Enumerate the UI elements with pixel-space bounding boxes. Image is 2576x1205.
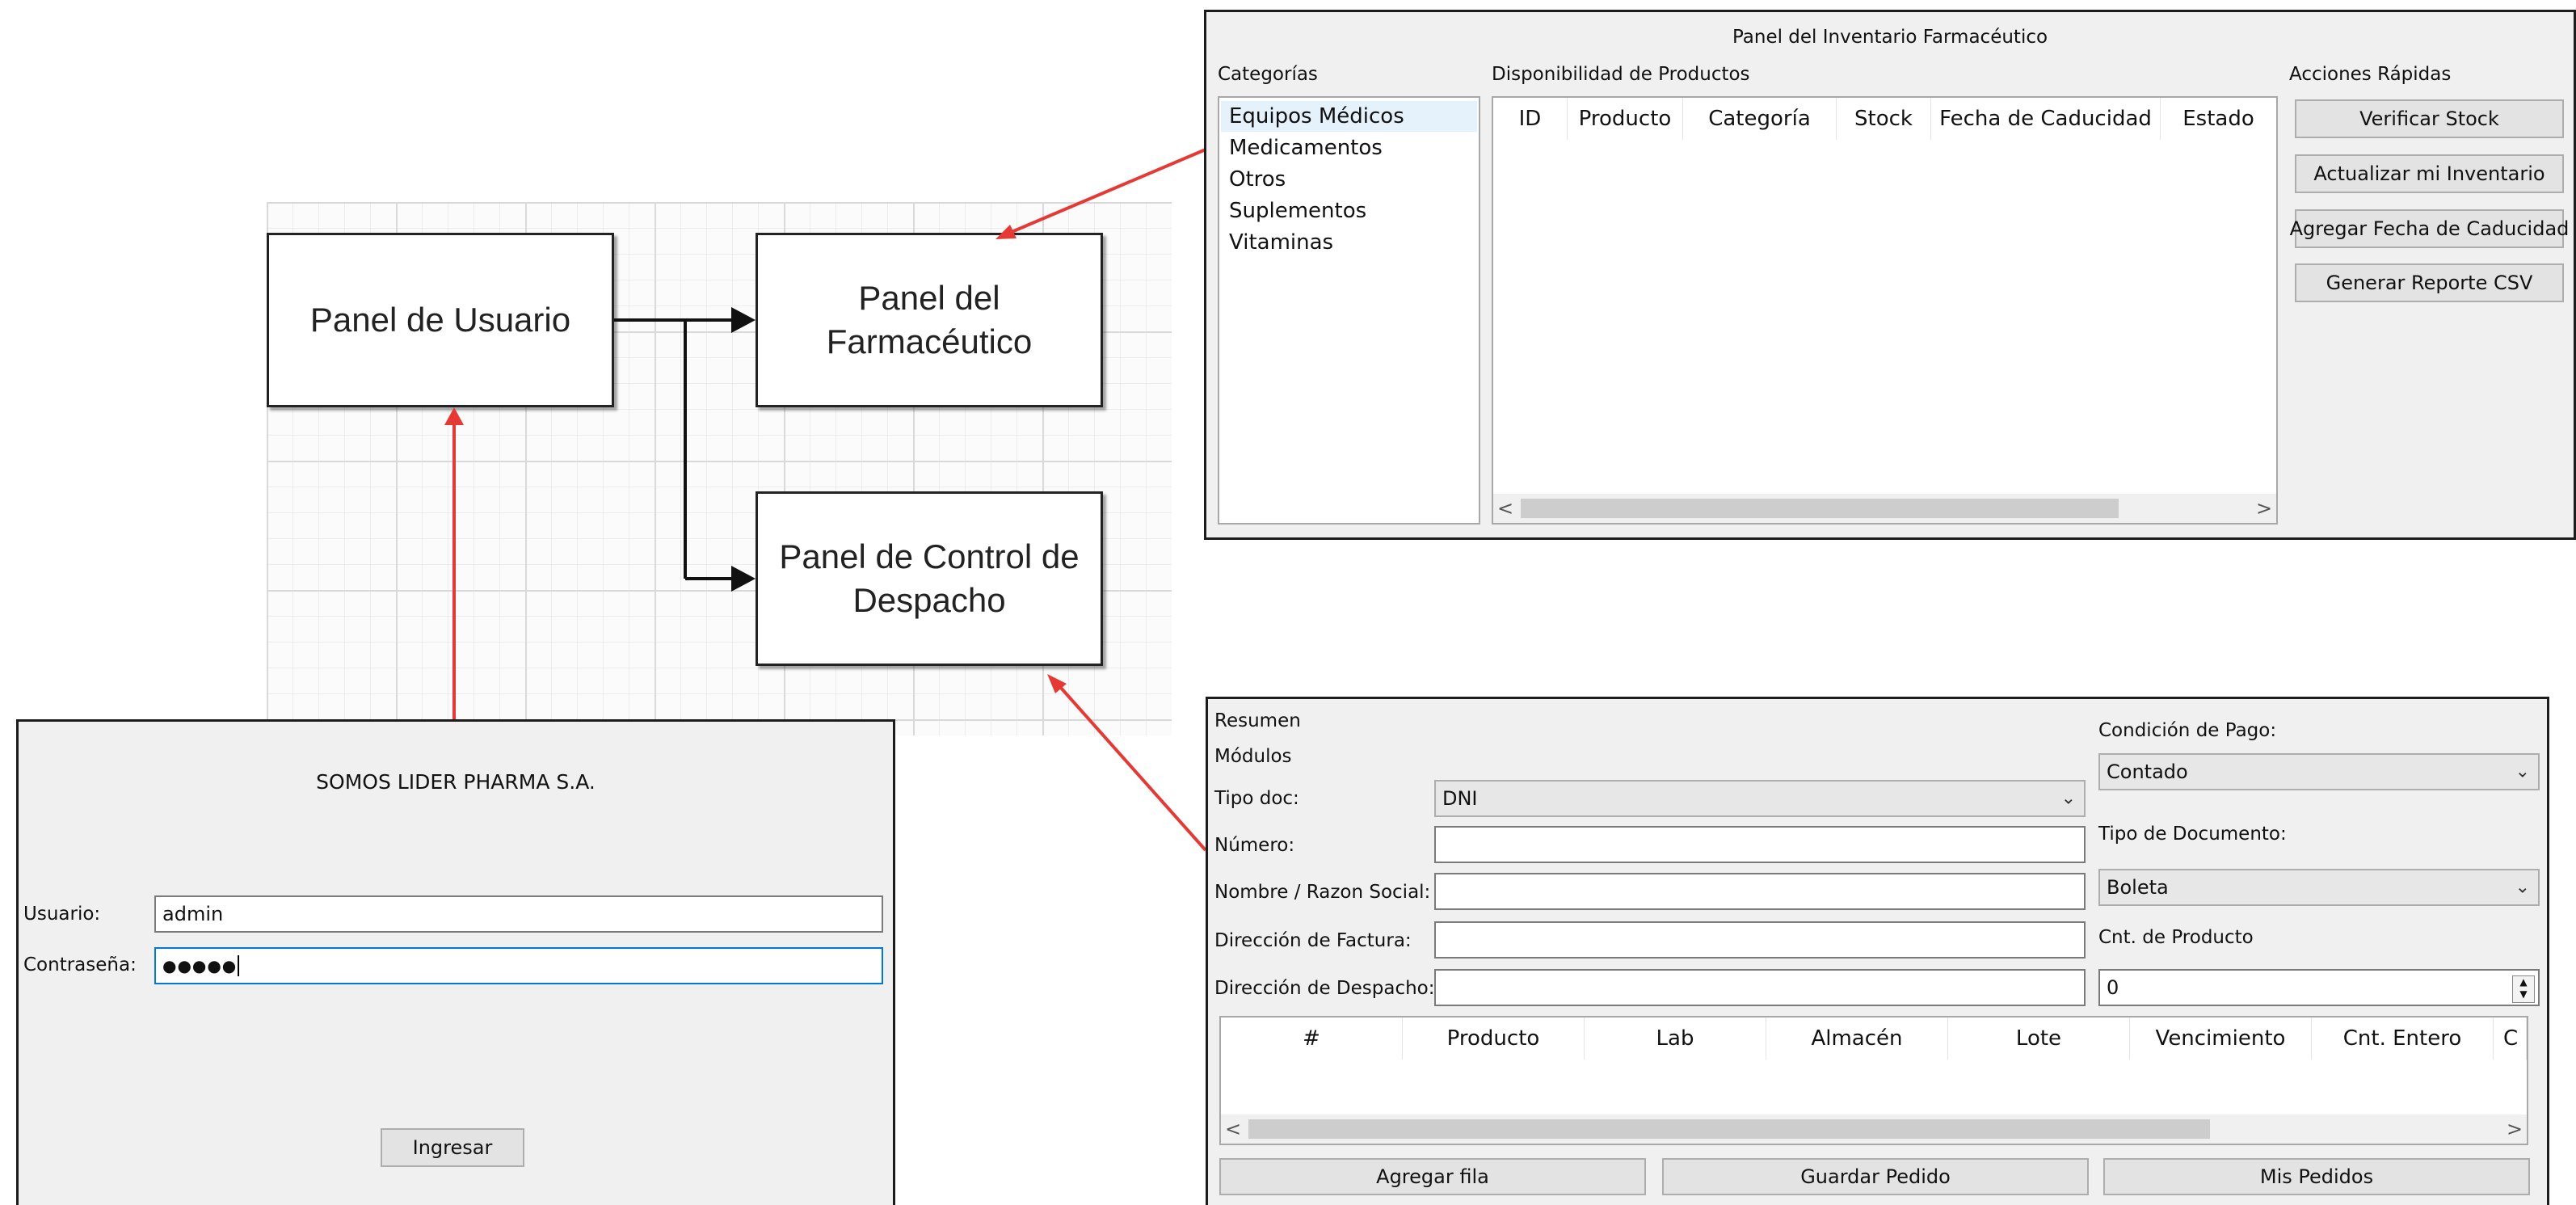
diagram-node-pharmacist-panel: Panel del Farmacéutico: [756, 233, 1103, 407]
chevron-down-icon: ⌄: [2515, 761, 2530, 782]
column-header-categoria[interactable]: Categoría: [1683, 98, 1837, 140]
doc-type-value: DNI: [1442, 787, 1478, 810]
user-label: Usuario:: [23, 904, 101, 925]
chevron-down-icon: ⌄: [2060, 788, 2076, 809]
column-header-id[interactable]: ID: [1493, 98, 1568, 140]
column-header-producto[interactable]: Producto: [1403, 1018, 1585, 1060]
products-title: Disponibilidad de Productos: [1492, 64, 1750, 85]
column-header-almacen[interactable]: Almacén: [1766, 1018, 1948, 1060]
diagram-node-user-panel-label: Panel de Usuario: [309, 301, 571, 339]
diagram-node-dispatch-panel: Panel de Control de Despacho: [756, 491, 1103, 666]
verify-stock-button[interactable]: Verificar Stock: [2295, 99, 2564, 138]
user-input[interactable]: admin: [154, 895, 883, 933]
column-header-lote[interactable]: Lote: [1948, 1018, 2130, 1060]
payment-condition-label: Condición de Pago:: [2098, 720, 2277, 741]
chevron-down-icon: ⌄: [2515, 877, 2530, 898]
login-button[interactable]: Ingresar: [381, 1128, 524, 1167]
company-name: SOMOS LIDER PHARMA S.A.: [316, 770, 596, 794]
spinner-arrows-icon[interactable]: ▲ ▼: [2512, 975, 2535, 1003]
diagram-node-pharmacist-line1: Panel del: [858, 279, 1000, 317]
save-order-button[interactable]: Guardar Pedido: [1662, 1158, 2089, 1195]
doc-type-select[interactable]: DNI ⌄: [1434, 780, 2086, 817]
inventory-title: Panel del Inventario Farmacéutico: [1732, 27, 2048, 48]
category-item-suplementos[interactable]: Suplementos: [1229, 199, 1366, 223]
column-header-producto[interactable]: Producto: [1568, 98, 1683, 140]
diagram-node-dispatch-line1: Panel de Control de: [779, 537, 1080, 575]
order-items-horizontal-scrollbar[interactable]: < >: [1221, 1114, 2527, 1144]
document-type-label: Tipo de Documento:: [2098, 824, 2287, 845]
payment-condition-select[interactable]: Contado ⌄: [2098, 753, 2540, 790]
update-inventory-button[interactable]: Actualizar mi Inventario: [2295, 154, 2564, 193]
dispatch-window: Resumen Módulos Tipo doc: DNI ⌄ Número: …: [1206, 697, 2549, 1205]
invoice-address-label: Dirección de Factura:: [1214, 930, 1412, 951]
scrollbar-thumb[interactable]: [1248, 1119, 2210, 1139]
dispatch-address-input[interactable]: [1434, 969, 2086, 1006]
invoice-address-input[interactable]: [1434, 921, 2086, 959]
number-label: Número:: [1214, 835, 1295, 856]
doc-type-label: Tipo doc:: [1214, 788, 1299, 809]
category-item-equipos-medicos-label: Equipos Médicos: [1229, 104, 1404, 129]
column-header-truncated[interactable]: C: [2494, 1018, 2527, 1060]
column-header-estado[interactable]: Estado: [2161, 98, 2276, 140]
category-item-medicamentos[interactable]: Medicamentos: [1229, 136, 1383, 160]
diagram-node-pharmacist-line2: Farmacéutico: [826, 322, 1033, 360]
products-table: ID Producto Categoría Stock Fecha de Cad…: [1492, 96, 2278, 525]
name-input[interactable]: [1434, 873, 2086, 910]
order-items-table: # Producto Lab Almacén Lote Vencimiento …: [1219, 1016, 2528, 1145]
password-input[interactable]: ●●●●●: [154, 947, 883, 984]
generate-csv-report-button[interactable]: Generar Reporte CSV: [2295, 263, 2564, 302]
modules-label: Módulos: [1214, 746, 1292, 767]
scroll-left-icon[interactable]: <: [1221, 1114, 1245, 1144]
dispatch-address-label: Dirección de Despacho:: [1214, 978, 1435, 999]
document-type-value: Boleta: [2107, 876, 2169, 899]
diagram-node-user-panel: Panel de Usuario: [267, 233, 614, 407]
inventory-window: Panel del Inventario Farmacéutico Catego…: [1204, 10, 2576, 540]
add-expiry-date-button[interactable]: Agregar Fecha de Caducidad: [2290, 209, 2569, 248]
actions-title: Acciones Rápidas: [2289, 64, 2452, 85]
password-label: Contraseña:: [23, 954, 137, 975]
product-qty-label: Cnt. de Producto: [2098, 927, 2254, 948]
diagram-node-dispatch-line2: Despacho: [852, 581, 1006, 619]
column-header-lab[interactable]: Lab: [1585, 1018, 1766, 1060]
my-orders-button[interactable]: Mis Pedidos: [2103, 1158, 2530, 1195]
payment-condition-value: Contado: [2107, 760, 2188, 783]
password-mask: ●●●●●: [162, 956, 238, 975]
scroll-right-icon[interactable]: >: [2502, 1114, 2527, 1144]
scrollbar-thumb[interactable]: [1521, 499, 2119, 518]
product-qty-spinner[interactable]: 0 ▲ ▼: [2098, 969, 2540, 1006]
summary-label: Resumen: [1214, 710, 1301, 731]
scroll-right-icon[interactable]: >: [2252, 494, 2276, 523]
document-type-select[interactable]: Boleta ⌄: [2098, 869, 2540, 906]
column-header-vencimiento[interactable]: Vencimiento: [2130, 1018, 2312, 1060]
column-header-cnt-entero[interactable]: Cnt. Entero: [2312, 1018, 2494, 1060]
category-item-vitaminas[interactable]: Vitaminas: [1229, 230, 1333, 255]
column-header-number[interactable]: #: [1221, 1018, 1403, 1060]
scroll-left-icon[interactable]: <: [1493, 494, 1517, 523]
category-item-otros[interactable]: Otros: [1229, 167, 1286, 192]
column-header-fecha-caducidad[interactable]: Fecha de Caducidad: [1931, 98, 2161, 140]
name-label: Nombre / Razon Social:: [1214, 882, 1431, 903]
categories-title: Categorías: [1218, 64, 1318, 85]
number-input[interactable]: [1434, 826, 2086, 863]
categories-list: Equipos Médicos Medicamentos Otros Suple…: [1218, 96, 1480, 525]
product-qty-value: 0: [2107, 976, 2119, 999]
column-header-stock[interactable]: Stock: [1837, 98, 1931, 140]
add-row-button[interactable]: Agregar fila: [1219, 1158, 1646, 1195]
products-horizontal-scrollbar[interactable]: < >: [1493, 494, 2276, 523]
login-window: SOMOS LIDER PHARMA S.A. Usuario: admin C…: [16, 719, 895, 1205]
